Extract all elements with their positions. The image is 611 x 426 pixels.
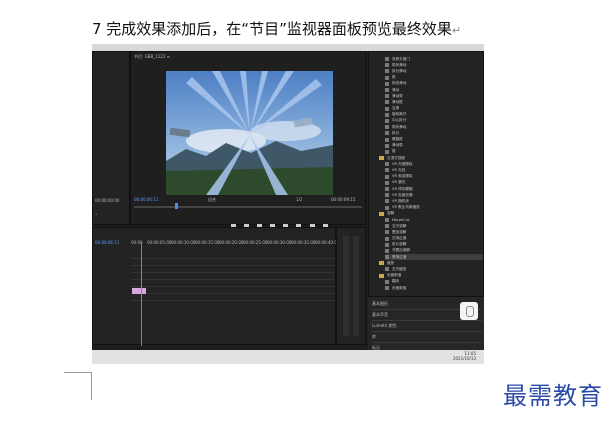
transition-icon — [385, 131, 389, 136]
bottom-taskbar: 11:05 2021/10/13 — [92, 350, 484, 364]
transition-icon — [385, 81, 389, 86]
transition-icon — [385, 168, 389, 173]
track-master[interactable] — [131, 294, 335, 301]
transition-icon — [385, 217, 389, 222]
folder-icon — [379, 273, 384, 278]
transition-icon — [385, 112, 389, 117]
track-v3[interactable] — [131, 252, 335, 259]
tray-clock[interactable]: 11:05 2021/10/13 — [453, 351, 476, 361]
transition-icon — [385, 149, 389, 154]
timeline-timecode[interactable]: 00:00:06:11 — [95, 240, 119, 245]
watermark: 最需教育 — [503, 382, 603, 410]
transition-icon — [385, 137, 389, 142]
folder-icon — [379, 211, 384, 216]
transition-icon — [385, 199, 389, 204]
transition-icon — [385, 125, 389, 130]
folder-icon — [379, 156, 384, 161]
transition-icon — [385, 174, 389, 179]
timeline-tracks — [131, 252, 335, 301]
lower-panel-tab[interactable]: Lumetri 颜色 — [372, 321, 482, 332]
transition-icon — [385, 75, 389, 80]
transition-icon — [385, 242, 389, 247]
hand-cursor-icon — [466, 306, 474, 317]
transition-icon — [385, 106, 389, 111]
transition-icon — [385, 255, 389, 260]
cursor-overlay — [460, 302, 478, 320]
transition-icon — [385, 279, 389, 284]
playhead-icon[interactable] — [175, 203, 178, 209]
transition-icon — [385, 88, 389, 93]
transition-icon — [385, 118, 389, 123]
scrub-bar[interactable] — [134, 206, 362, 208]
transition-icon — [385, 187, 389, 192]
top-bar — [92, 44, 484, 51]
corner-mark-h — [64, 372, 92, 373]
track-a3[interactable] — [131, 287, 335, 294]
program-monitor: 节目: GBB_1122 ≡ 00:00:06:11 适合 1/2 00:00:… — [130, 51, 366, 229]
effects-list: 双侧平推门 带状滑动 拆分滑动推斜线滑动 滑动 滑动带 滑动框 互换 旋转离开 中心拆分 带状滑动… — [379, 56, 483, 291]
video-frame — [166, 71, 333, 195]
transition-icon — [385, 162, 389, 167]
transition-icon — [385, 230, 389, 235]
transition-icon — [385, 193, 389, 198]
track-a2[interactable] — [131, 280, 335, 287]
transition-icon — [385, 94, 389, 99]
transition-icon — [385, 267, 389, 272]
folder-icon — [379, 261, 384, 266]
transition-icon — [385, 286, 389, 291]
meter-right — [353, 236, 359, 336]
program-monitor-title[interactable]: 节目: GBB_1122 ≡ — [134, 54, 170, 60]
transition-icon — [385, 224, 389, 229]
track-a1[interactable] — [131, 273, 335, 280]
clip[interactable] — [132, 288, 146, 294]
premiere-screenshot: 00:00:00:00 • 节目: GBB_1122 ≡ 00:00:06:11… — [92, 44, 484, 364]
transition-icon — [385, 69, 389, 74]
track-v1[interactable] — [131, 266, 335, 273]
track-v2[interactable] — [131, 259, 335, 266]
transition-icon — [385, 180, 389, 185]
effects-panel: 双侧平推门 带状滑动 拆分滑动推斜线滑动 滑动 滑动带 滑动框 互换 旋转离开 中心拆分 带状滑动… — [368, 51, 484, 297]
program-timecode[interactable]: 00:00:06:11 — [134, 197, 158, 202]
transition-icon — [385, 63, 389, 68]
effect-item[interactable]: 页面剥落 — [385, 285, 483, 291]
transition-icon — [385, 236, 389, 241]
resolution-dropdown[interactable]: 1/2 — [296, 197, 302, 202]
source-toolbar-marker: • — [95, 212, 98, 217]
timeline-panel: 00:00:06:11 00:00 00:00:05:00 00:00:10:0… — [92, 227, 339, 346]
lower-panel-tab[interactable]: 库 — [372, 332, 482, 343]
timeline-ruler[interactable]: 00:00 00:00:05:00 00:00:10:00 00:00:15:0… — [131, 240, 339, 248]
transition-icon — [385, 248, 389, 253]
fit-dropdown[interactable]: 适合 — [208, 197, 216, 203]
source-monitor: 00:00:00:00 • — [92, 51, 130, 225]
meter-left — [343, 236, 349, 336]
timeline-playhead[interactable] — [141, 242, 142, 346]
corner-mark-v — [91, 372, 92, 400]
transition-icon — [385, 205, 389, 210]
transition-icon — [385, 100, 389, 105]
transition-icon — [385, 57, 389, 62]
transition-icon — [385, 143, 389, 148]
caption: 7 完成效果添加后，在“节目”监视器面板预览最终效果↵ — [92, 20, 462, 38]
source-timecode: 00:00:00:00 — [95, 198, 120, 203]
audio-meters — [336, 227, 366, 345]
duration-timecode: 00:00:09:15 — [331, 197, 356, 202]
